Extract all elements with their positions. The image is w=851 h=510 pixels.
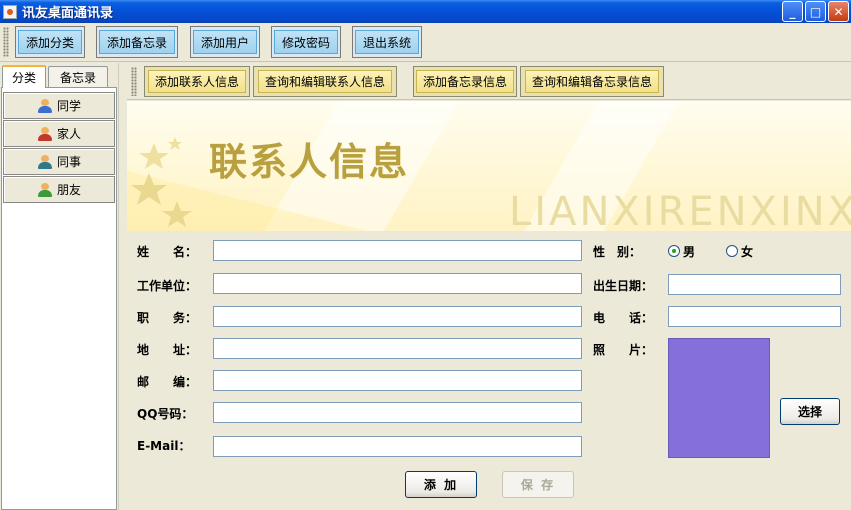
classmate-icon xyxy=(37,98,53,113)
gender-male-label[interactable]: 男 xyxy=(683,243,695,260)
contact-toolbar: 添加联系人信息 查询和编辑联系人信息 添加备忘录信息 查询和编辑备忘录信息 xyxy=(127,63,851,100)
minimize-icon: _ xyxy=(789,4,796,19)
window-title: 讯友桌面通讯录 xyxy=(22,6,114,21)
sub-toolbar-grip[interactable] xyxy=(131,67,137,96)
app-window: 讯友桌面通讯录 _ □ ✕ 添加分类 添加备忘录 添加用户 修改密码 退出系统 … xyxy=(0,0,851,510)
add-user-label: 添加用户 xyxy=(193,30,257,54)
add-category-label: 添加分类 xyxy=(18,30,82,54)
exit-system-button[interactable]: 退出系统 xyxy=(352,26,422,58)
query-edit-memo-button[interactable]: 查询和编辑备忘录信息 xyxy=(520,66,664,97)
tab-category[interactable]: 分类 xyxy=(2,65,46,88)
birthday-input[interactable] xyxy=(668,274,841,295)
maximize-icon: □ xyxy=(809,4,822,19)
photo-preview xyxy=(668,338,770,458)
category-classmates-label: 同学 xyxy=(56,99,81,113)
position-label: 职 务： xyxy=(137,311,198,325)
address-input[interactable] xyxy=(213,338,582,359)
address-label: 地 址： xyxy=(137,343,198,357)
maximize-button[interactable]: □ xyxy=(805,1,826,22)
zip-label: 邮 编： xyxy=(137,375,198,389)
category-colleagues[interactable]: 同事 xyxy=(3,148,115,175)
minimize-button[interactable]: _ xyxy=(782,1,803,22)
qq-label: QQ号码： xyxy=(137,407,194,421)
email-label: E-Mail： xyxy=(137,439,191,453)
query-edit-contact-label: 查询和编辑联系人信息 xyxy=(257,70,392,93)
add-category-button[interactable]: 添加分类 xyxy=(15,26,85,58)
exit-system-label: 退出系统 xyxy=(355,30,419,54)
add-user-button[interactable]: 添加用户 xyxy=(190,26,260,58)
change-password-button[interactable]: 修改密码 xyxy=(271,26,341,58)
add-button[interactable]: 添 加 xyxy=(405,471,477,498)
toolbar-grip[interactable] xyxy=(3,27,9,57)
save-button[interactable]: 保 存 xyxy=(502,471,574,498)
gender-female-label[interactable]: 女 xyxy=(741,243,753,260)
add-memo-info-button[interactable]: 添加备忘录信息 xyxy=(413,66,517,97)
close-button[interactable]: ✕ xyxy=(828,1,849,22)
zip-input[interactable] xyxy=(213,370,582,391)
company-input[interactable] xyxy=(213,273,582,294)
split-pane-divider[interactable] xyxy=(118,63,126,510)
colleague-icon xyxy=(37,154,53,169)
left-panel: 分类 备忘录 同学 家人 同事 朋友 xyxy=(0,63,118,510)
friend-icon xyxy=(37,182,53,197)
category-colleagues-label: 同事 xyxy=(56,155,81,169)
banner-pinyin: LIANXIRENXINXI xyxy=(509,189,851,231)
email-input[interactable] xyxy=(213,436,582,457)
title-bar[interactable]: 讯友桌面通讯录 _ □ ✕ xyxy=(0,0,851,23)
photo-label: 照 片： xyxy=(593,343,654,357)
qq-input[interactable] xyxy=(213,402,582,423)
java-app-icon xyxy=(3,4,17,19)
choose-photo-button[interactable]: 选择 xyxy=(780,398,840,425)
company-label: 工作单位： xyxy=(137,279,198,293)
phone-input[interactable] xyxy=(668,306,841,327)
category-classmates[interactable]: 同学 xyxy=(3,92,115,119)
main-toolbar: 添加分类 添加备忘录 添加用户 修改密码 退出系统 xyxy=(0,23,851,62)
category-friends[interactable]: 朋友 xyxy=(3,176,115,203)
position-input[interactable] xyxy=(213,306,582,327)
add-memo-button[interactable]: 添加备忘录 xyxy=(96,26,178,58)
window-controls: _ □ ✕ xyxy=(782,1,849,22)
banner-title: 联系人信息 xyxy=(209,140,410,184)
birthday-label: 出生日期： xyxy=(593,279,654,293)
contact-banner: 联系人信息 LIANXIRENXINXI xyxy=(127,101,851,231)
star-decoration-icon xyxy=(131,137,192,227)
name-input[interactable] xyxy=(213,240,582,261)
family-icon xyxy=(37,126,53,141)
add-contact-button[interactable]: 添加联系人信息 xyxy=(144,66,250,97)
category-friends-label: 朋友 xyxy=(56,183,81,197)
query-edit-contact-button[interactable]: 查询和编辑联系人信息 xyxy=(253,66,397,97)
category-list: 同学 家人 同事 朋友 xyxy=(1,87,117,510)
category-family-label: 家人 xyxy=(56,127,81,141)
gender-label: 性 别： xyxy=(593,245,642,259)
add-memo-info-label: 添加备忘录信息 xyxy=(415,70,514,93)
category-family[interactable]: 家人 xyxy=(3,120,115,147)
contact-form: 姓 名： 工作单位： 职 务： 地 址： 邮 编： QQ号码： E-Mail： … xyxy=(127,231,851,510)
close-icon: ✕ xyxy=(833,4,844,19)
gender-female-radio[interactable] xyxy=(726,245,738,257)
add-contact-label: 添加联系人信息 xyxy=(147,70,246,93)
query-edit-memo-label: 查询和编辑备忘录信息 xyxy=(524,70,659,93)
phone-label: 电 话： xyxy=(593,311,654,325)
add-memo-label: 添加备忘录 xyxy=(99,30,175,54)
gender-male-radio[interactable] xyxy=(668,245,680,257)
name-label: 姓 名： xyxy=(137,245,198,259)
tab-memo[interactable]: 备忘录 xyxy=(48,66,108,87)
change-password-label: 修改密码 xyxy=(274,30,338,54)
